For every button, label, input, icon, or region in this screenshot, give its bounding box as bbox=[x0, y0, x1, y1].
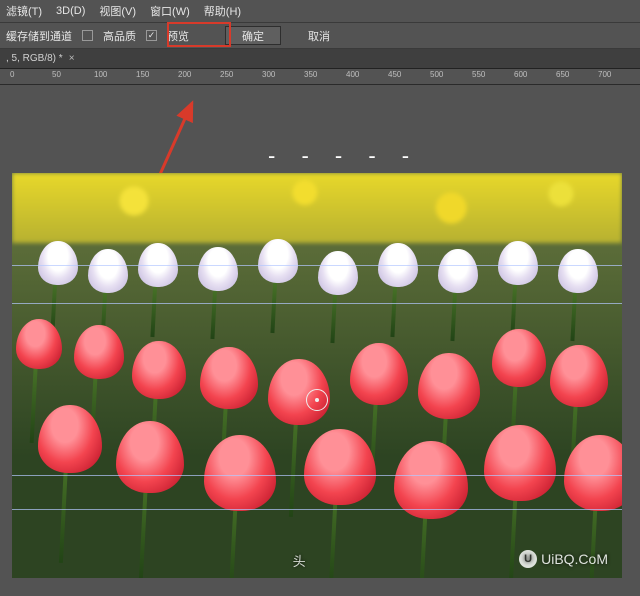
annotation-dashes: - - - - - bbox=[268, 143, 419, 169]
ruler-mark: 50 bbox=[52, 70, 61, 79]
preview-label: 预览 bbox=[167, 28, 189, 44]
watermark-text: UiBQ.CoM bbox=[541, 551, 608, 567]
document-tab[interactable]: , 5, RGB/8) * × bbox=[0, 49, 640, 69]
guide-line[interactable] bbox=[12, 509, 622, 510]
high-quality-label: 高品质 bbox=[103, 28, 136, 44]
menu-view[interactable]: 视图(V) bbox=[99, 3, 136, 19]
ruler-mark: 500 bbox=[430, 70, 443, 79]
ruler-mark: 450 bbox=[388, 70, 401, 79]
ruler-mark: 550 bbox=[472, 70, 485, 79]
ruler-mark: 700 bbox=[598, 70, 611, 79]
preview-checkbox[interactable] bbox=[146, 30, 157, 41]
ruler-ticks: 0 50 100 150 200 250 300 350 400 450 500… bbox=[0, 69, 640, 84]
ruler-mark: 150 bbox=[136, 70, 149, 79]
ruler-mark: 200 bbox=[178, 70, 191, 79]
ruler-horizontal[interactable]: 0 50 100 150 200 250 300 350 400 450 500… bbox=[0, 69, 640, 85]
watermark-logo-icon: U bbox=[519, 550, 537, 568]
ruler-mark: 100 bbox=[94, 70, 107, 79]
blur-center-icon[interactable] bbox=[306, 389, 328, 411]
ruler-mark: 0 bbox=[10, 70, 14, 79]
watermark: U UiBQ.CoM bbox=[519, 550, 608, 568]
ruler-mark: 250 bbox=[220, 70, 233, 79]
canvas-area[interactable]: - - - - - bbox=[0, 85, 640, 596]
app-root: 滤镜(T) 3D(D) 视图(V) 窗口(W) 帮助(H) 缓存储到通道 高品质… bbox=[0, 0, 640, 596]
guide-line[interactable] bbox=[12, 475, 622, 476]
cancel-button[interactable]: 取消 bbox=[291, 26, 347, 45]
ruler-mark: 300 bbox=[262, 70, 275, 79]
high-quality-checkbox[interactable] bbox=[82, 30, 93, 41]
ok-button[interactable]: 确定 bbox=[225, 26, 281, 45]
menu-help[interactable]: 帮助(H) bbox=[204, 3, 241, 19]
ruler-mark: 600 bbox=[514, 70, 527, 79]
guide-line[interactable] bbox=[12, 265, 622, 266]
options-bar: 缓存储到通道 高品质 预览 确定 取消 bbox=[0, 22, 640, 49]
ruler-mark: 350 bbox=[304, 70, 317, 79]
watermark-head: 头 bbox=[293, 551, 306, 570]
canvas-image: 头 U UiBQ.CoM bbox=[12, 173, 622, 578]
close-icon[interactable]: × bbox=[69, 53, 75, 64]
ruler-mark: 400 bbox=[346, 70, 359, 79]
guide-line[interactable] bbox=[12, 303, 622, 304]
menu-bar: 滤镜(T) 3D(D) 视图(V) 窗口(W) 帮助(H) bbox=[0, 0, 640, 22]
menu-window[interactable]: 窗口(W) bbox=[150, 3, 190, 19]
save-to-channel-label: 缓存储到通道 bbox=[6, 28, 72, 44]
menu-filter[interactable]: 滤镜(T) bbox=[6, 3, 42, 19]
ruler-mark: 650 bbox=[556, 70, 569, 79]
document-tab-title: , 5, RGB/8) * bbox=[6, 53, 63, 64]
menu-3d[interactable]: 3D(D) bbox=[56, 5, 85, 17]
image-region-red bbox=[12, 323, 622, 578]
